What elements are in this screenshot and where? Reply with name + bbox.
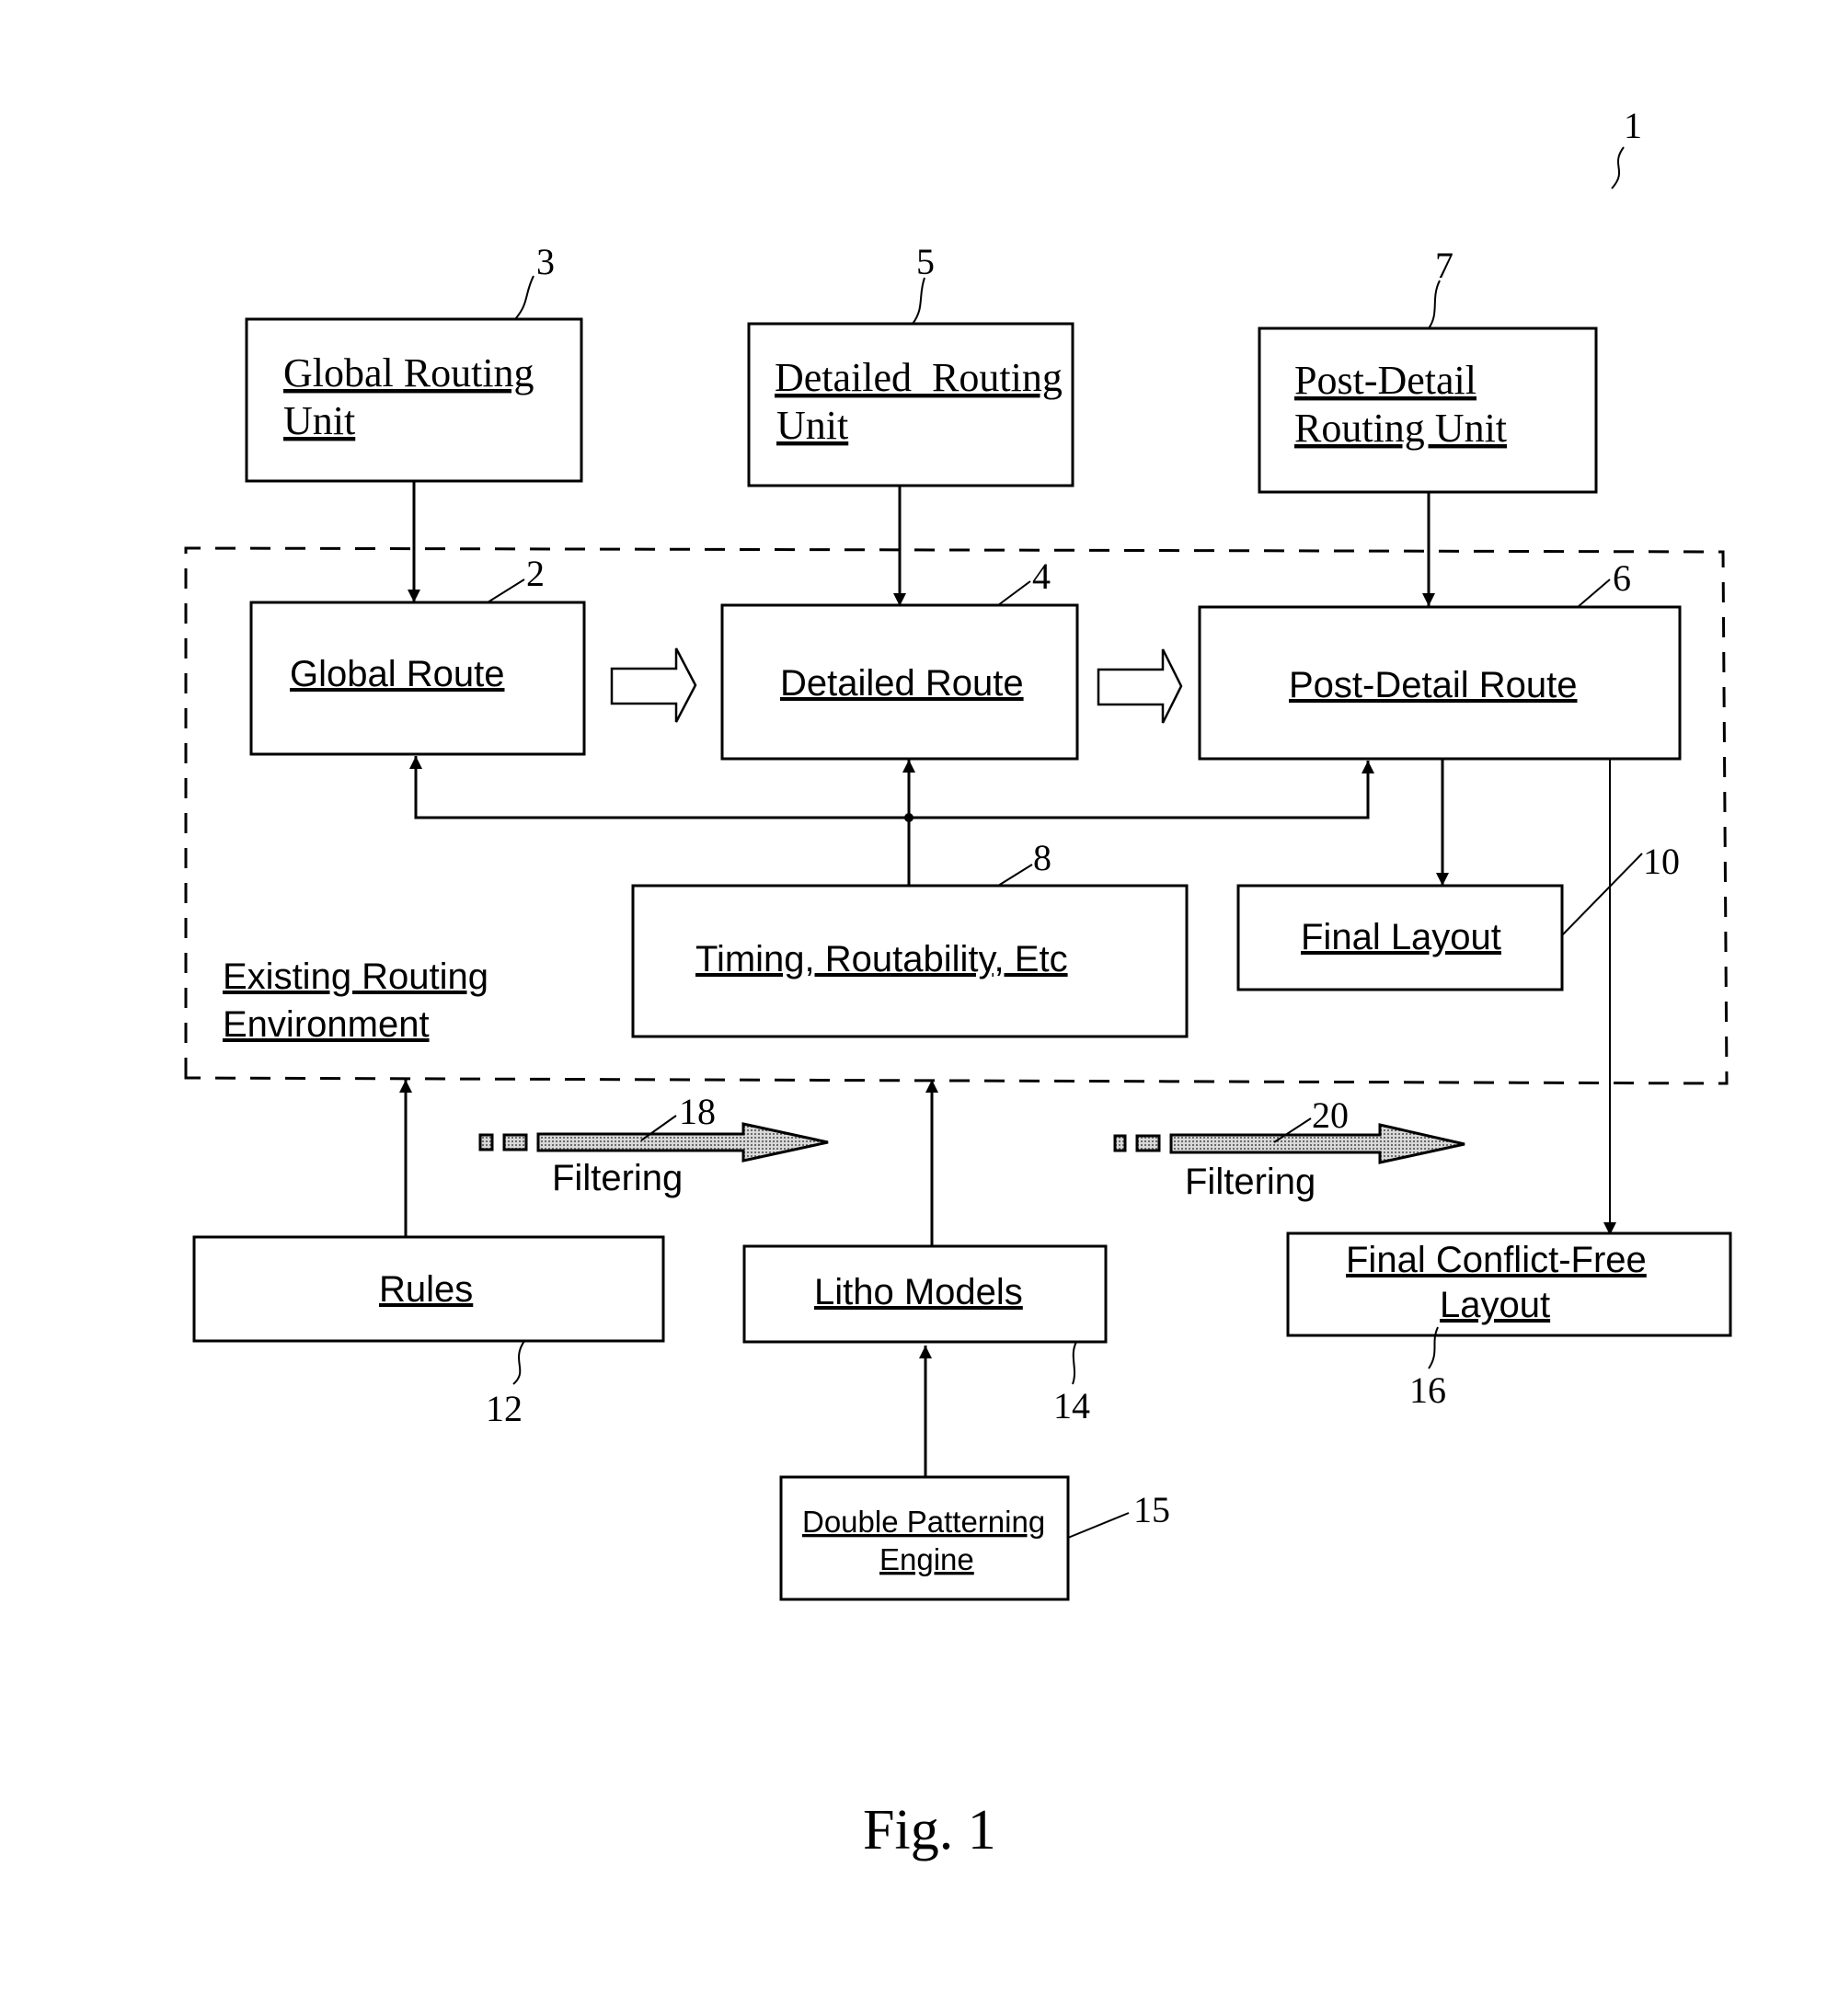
double-patterning-15-leader — [1067, 1512, 1130, 1539]
rules-12-leader — [512, 1340, 525, 1385]
final-layout-label: Final Layout — [1301, 917, 1501, 957]
unit-7-ref: 7 — [1435, 245, 1454, 286]
unit-5-ref: 5 — [916, 241, 935, 282]
post-detail-route-label: Post-Detail Route — [1289, 665, 1577, 705]
figure-reference-leader — [1611, 146, 1625, 189]
environment-label-line2: Environment — [223, 1004, 430, 1045]
figure-reference-number: 1 — [1624, 105, 1642, 146]
filter-18-label: Filtering — [552, 1158, 683, 1198]
timing-routability-label: Timing, Routability, Etc — [695, 939, 1068, 979]
global-route-label: Global Route — [290, 654, 504, 694]
conflict-free-line1: Final Conflict-Free — [1346, 1240, 1647, 1280]
final-conflict-free-layout-box: Final Conflict-Free Layout 16 — [1286, 1231, 1732, 1411]
litho-14-leader — [1072, 1341, 1077, 1385]
unit-3-ref: 3 — [536, 241, 555, 282]
litho-14-ref: 14 — [1053, 1385, 1090, 1426]
route-6-ref: 6 — [1613, 557, 1631, 599]
route-2-ref: 2 — [526, 553, 545, 594]
post-detail-routing-unit-line2: Routing Unit — [1294, 406, 1507, 451]
timing-8-leader — [997, 864, 1033, 887]
double-patterning-line2: Engine — [879, 1542, 974, 1576]
detailed-route-label: Detailed Route — [780, 663, 1024, 704]
feedback-junction — [904, 813, 914, 822]
final-layout-10-ref: 10 — [1643, 841, 1680, 882]
detailed-routing-unit-line1: Detailed Routing — [775, 355, 1063, 400]
double-patterning-15-ref: 15 — [1133, 1489, 1170, 1530]
unit-3-leader — [514, 275, 534, 320]
environment-label-line1: Existing Routing — [223, 956, 488, 997]
patent-diagram: 1 Global Routing Unit 3 Detailed Routing… — [184, 105, 1732, 1861]
detailed-routing-unit-line2: Unit — [776, 403, 848, 448]
route-2-leader — [487, 578, 525, 603]
route-4-leader — [997, 580, 1031, 606]
final-layout-10-leader — [1561, 853, 1643, 936]
filter-20-ref: 20 — [1312, 1094, 1349, 1136]
route-4-ref: 4 — [1032, 556, 1051, 597]
feedback-bus — [414, 758, 1370, 819]
filtering-arrow-18: 18 Filtering — [478, 1091, 829, 1198]
detailed-routing-unit: Detailed Routing Unit 5 — [747, 241, 1074, 487]
final-layout-box: Final Layout 10 — [1236, 841, 1680, 991]
filtering-arrow-20: 20 Filtering — [1113, 1094, 1465, 1202]
post-detail-routing-unit: Post-Detail Routing Unit 7 — [1258, 245, 1598, 494]
rules-12-ref: 12 — [486, 1388, 523, 1429]
conflict-free-line2: Layout — [1440, 1285, 1550, 1325]
post-detail-route: Post-Detail Route 6 — [1198, 557, 1682, 761]
flow-arrow-global-to-detailed — [610, 647, 697, 723]
double-patterning-engine-box: Double Patterning Engine 15 — [779, 1475, 1170, 1601]
timing-8-ref: 8 — [1033, 837, 1051, 878]
post-detail-routing-unit-line1: Post-Detail — [1294, 358, 1477, 403]
conflict-free-16-ref: 16 — [1409, 1369, 1446, 1411]
route-6-leader — [1577, 578, 1611, 608]
filter-20-label: Filtering — [1185, 1162, 1316, 1202]
global-routing-unit-line2: Unit — [283, 398, 355, 443]
unit-5-leader — [912, 277, 925, 325]
flow-arrow-detailed-to-post — [1097, 648, 1183, 724]
figure-caption: Fig. 1 — [863, 1799, 996, 1861]
global-routing-unit-line1: Global Routing — [283, 350, 534, 395]
filter-18-ref: 18 — [679, 1091, 716, 1132]
litho-models-label: Litho Models — [814, 1272, 1023, 1312]
double-patterning-line1: Double Patterning — [802, 1505, 1045, 1539]
global-routing-unit: Global Routing Unit 3 — [245, 241, 583, 483]
rules-label: Rules — [379, 1269, 473, 1310]
global-route: Global Route 2 — [249, 553, 586, 756]
rules-box: Rules 12 — [192, 1235, 665, 1429]
unit-7-leader — [1428, 280, 1441, 329]
